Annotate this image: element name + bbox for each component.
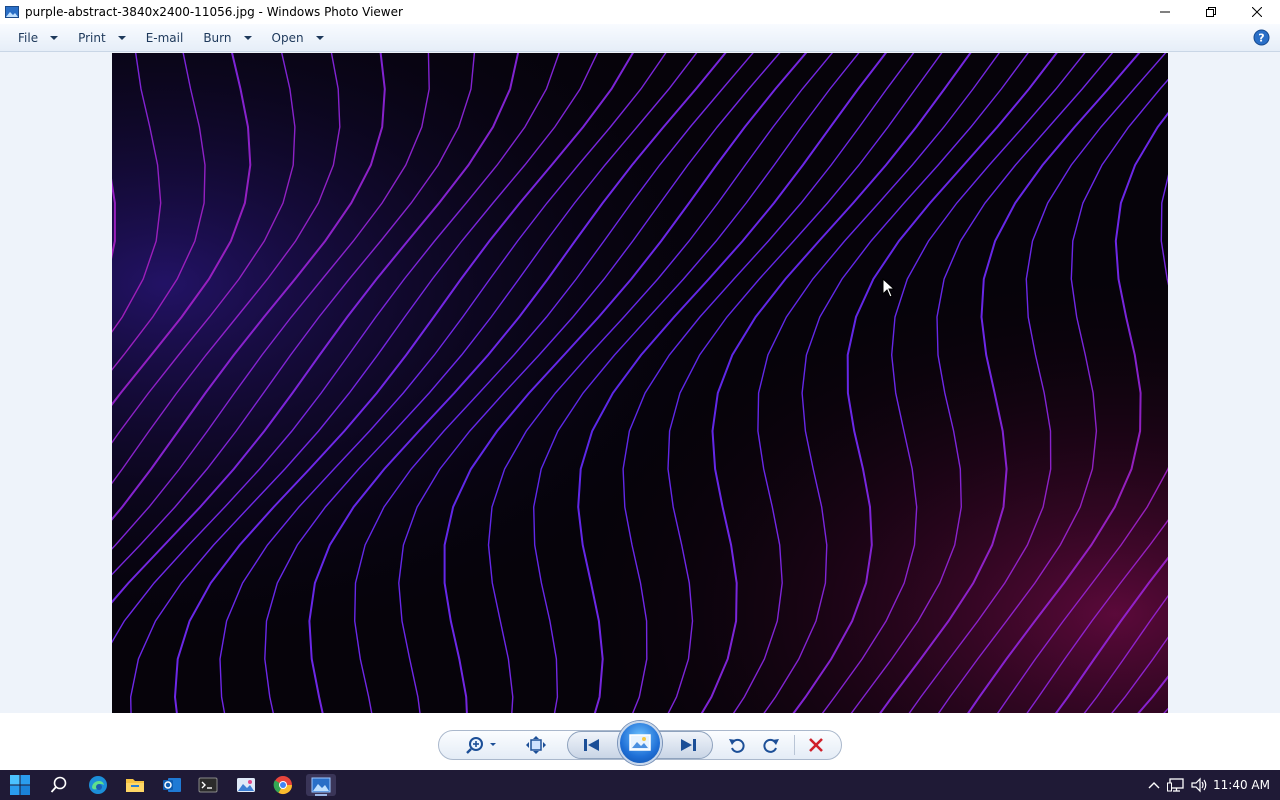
taskbar: 11:40 AM (0, 770, 1280, 800)
chevron-down-icon (50, 35, 59, 40)
fit-to-window-button[interactable] (524, 735, 548, 755)
taskbar-chrome[interactable] (271, 774, 295, 796)
mouse-cursor-icon (882, 278, 896, 298)
restore-icon (1206, 7, 1216, 17)
help-button[interactable]: ? (1253, 29, 1270, 46)
viewer-control-bar (0, 713, 1280, 770)
photos-icon (237, 778, 255, 792)
start-button[interactable] (8, 774, 32, 796)
close-button[interactable] (1234, 0, 1280, 24)
photo-viewer-app-icon (5, 5, 19, 19)
rotate-clockwise-icon (763, 738, 779, 753)
slideshow-button[interactable] (618, 721, 662, 765)
control-separator (794, 735, 795, 755)
taskbar-outlook[interactable] (160, 774, 184, 796)
photo-viewer-icon (311, 777, 331, 793)
image-viewer-area (0, 53, 1280, 713)
abstract-wave-image (112, 53, 1168, 713)
active-indicator (315, 794, 327, 796)
chevron-down-icon (315, 35, 324, 40)
show-hidden-icons-button[interactable] (1144, 770, 1164, 800)
volume-button[interactable] (1188, 770, 1212, 800)
next-icon (681, 739, 696, 751)
previous-button[interactable] (578, 735, 606, 755)
menu-file-label: File (18, 30, 39, 45)
taskbar-search-button[interactable] (47, 774, 71, 796)
svg-text:?: ? (1258, 32, 1264, 45)
restore-button[interactable] (1188, 0, 1234, 24)
rotate-counterclockwise-icon (729, 738, 745, 753)
menu-open[interactable]: Open (262, 27, 334, 49)
taskbar-photos[interactable] (234, 774, 258, 796)
chevron-up-icon (1148, 782, 1160, 789)
next-button[interactable] (674, 735, 702, 755)
network-button[interactable] (1164, 770, 1188, 800)
windows-start-icon (10, 775, 30, 795)
zoom-icon (466, 737, 496, 754)
edge-icon (89, 776, 107, 794)
terminal-icon (198, 777, 218, 793)
previous-icon (584, 739, 599, 751)
window-controls (1142, 0, 1280, 24)
taskbar-terminal[interactable] (196, 774, 220, 796)
window-title: purple-abstract-3840x2400-11056.jpg - Wi… (25, 5, 403, 19)
system-tray (1144, 770, 1212, 800)
rotate-counterclockwise-button[interactable] (726, 735, 748, 755)
menu-email-label: E-mail (145, 30, 184, 45)
taskbar-photo-viewer[interactable] (306, 774, 336, 796)
clock-time: 11:40 AM (1213, 778, 1270, 792)
network-icon (1167, 778, 1184, 792)
rotate-clockwise-button[interactable] (760, 735, 782, 755)
taskbar-file-explorer[interactable] (123, 774, 147, 796)
outlook-icon (163, 778, 181, 792)
menu-bar: File Print E-mail Burn Open ? (0, 24, 1280, 52)
slideshow-icon (629, 734, 651, 751)
taskbar-edge[interactable] (86, 774, 110, 796)
minimize-icon (1160, 11, 1170, 13)
file-explorer-icon (126, 779, 144, 792)
zoom-button[interactable] (464, 735, 500, 755)
minimize-button[interactable] (1142, 0, 1188, 24)
menu-burn[interactable]: Burn (193, 27, 261, 49)
help-icon: ? (1253, 29, 1270, 46)
menu-email[interactable]: E-mail (136, 27, 194, 49)
menu-file[interactable]: File (8, 27, 68, 49)
fit-to-window-icon (526, 736, 546, 754)
chrome-icon (273, 776, 292, 795)
menu-print[interactable]: Print (68, 27, 136, 49)
menu-burn-label: Burn (203, 30, 232, 45)
delete-icon (809, 738, 823, 752)
search-icon (50, 776, 67, 793)
menu-print-label: Print (78, 30, 106, 45)
taskbar-clock[interactable]: 11:40 AM (1213, 770, 1270, 800)
chevron-down-icon (117, 35, 126, 40)
delete-button[interactable] (805, 735, 827, 755)
volume-icon (1191, 777, 1207, 793)
title-bar: purple-abstract-3840x2400-11056.jpg - Wi… (0, 0, 1280, 24)
chevron-down-icon (243, 35, 252, 40)
displayed-photo (112, 53, 1168, 713)
close-icon (1252, 7, 1262, 17)
menu-open-label: Open (271, 30, 304, 45)
